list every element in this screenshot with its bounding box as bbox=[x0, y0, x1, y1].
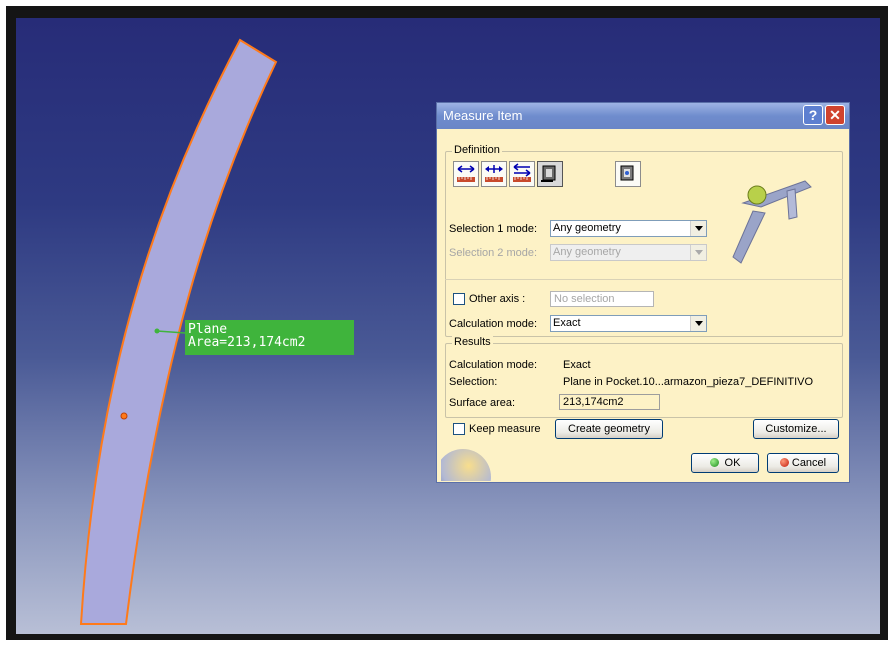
measure-fan-icon bbox=[513, 163, 531, 182]
results-group-label: Results bbox=[452, 336, 493, 348]
cancel-label: Cancel bbox=[791, 457, 827, 469]
selection1-mode-label: Selection 1 mode: bbox=[449, 223, 538, 235]
create-geometry-button[interactable]: Create geometry bbox=[555, 419, 663, 439]
results-selection-label: Selection: bbox=[449, 376, 498, 388]
selection1-mode-select[interactable]: Any geometry bbox=[550, 220, 707, 237]
measure-inertia-icon bbox=[620, 165, 634, 181]
measure-fan-button[interactable] bbox=[509, 161, 535, 187]
results-selection-value: Plane in Pocket.10...armazon_pieza7_DEFI… bbox=[563, 376, 814, 388]
selection2-mode-label: Selection 2 mode: bbox=[449, 247, 538, 259]
selection2-mode-value: Any geometry bbox=[553, 246, 621, 258]
ok-icon bbox=[709, 458, 719, 467]
chevron-down-icon bbox=[690, 245, 706, 260]
surface-area-value: 213,174cm2 bbox=[559, 394, 660, 410]
selection-point bbox=[154, 328, 160, 334]
calculation-mode-value: Exact bbox=[553, 317, 581, 329]
close-button[interactable]: ✕ bbox=[825, 105, 845, 125]
ok-button[interactable]: OK bbox=[691, 453, 759, 473]
caliper-icon bbox=[732, 180, 812, 264]
chevron-down-icon bbox=[690, 221, 706, 236]
measure-between-icon bbox=[457, 165, 475, 182]
calculation-mode-select[interactable]: Exact bbox=[550, 315, 707, 332]
customize-button[interactable]: Customize... bbox=[753, 419, 839, 439]
measure-between-button[interactable] bbox=[453, 161, 479, 187]
definition-group-label: Definition bbox=[452, 144, 502, 156]
cancel-icon bbox=[779, 458, 789, 467]
help-button[interactable]: ? bbox=[803, 105, 823, 125]
measure-item-button[interactable] bbox=[537, 161, 563, 187]
other-axis-field[interactable]: No selection bbox=[550, 291, 654, 307]
hole bbox=[120, 412, 128, 420]
dialog-title: Measure Item bbox=[443, 108, 523, 123]
measure-chain-button[interactable] bbox=[481, 161, 507, 187]
other-axis-label: Other axis : bbox=[469, 293, 526, 305]
measure-callout: Plane Area=213,174cm2 bbox=[185, 320, 354, 355]
measure-item-icon bbox=[541, 165, 556, 182]
callout-area: Area=213,174cm2 bbox=[188, 335, 306, 350]
ok-label: OK bbox=[724, 457, 741, 469]
calculation-mode-label: Calculation mode: bbox=[449, 318, 538, 330]
chevron-down-icon bbox=[690, 316, 706, 331]
other-axis-checkbox[interactable] bbox=[453, 293, 465, 305]
catia-globe-icon bbox=[441, 449, 491, 481]
surface-area-label: Surface area: bbox=[449, 397, 516, 409]
results-calc-mode-value: Exact bbox=[563, 359, 591, 371]
measure-chain-icon bbox=[485, 165, 503, 182]
dialog-titlebar[interactable]: Measure Item ? ✕ bbox=[437, 103, 849, 129]
measure-inertia-button[interactable] bbox=[615, 161, 641, 187]
cancel-button[interactable]: Cancel bbox=[767, 453, 839, 473]
screenshot-frame: Plane Area=213,174cm2 Measure Item ? ✕ D… bbox=[0, 0, 894, 646]
results-calc-mode-label: Calculation mode: bbox=[449, 359, 538, 371]
selection2-mode-select: Any geometry bbox=[550, 244, 707, 261]
keep-measure-checkbox[interactable] bbox=[453, 423, 465, 435]
measure-item-dialog: Measure Item ? ✕ Definition Selection 1 … bbox=[436, 102, 850, 483]
selection1-mode-value: Any geometry bbox=[553, 222, 621, 234]
keep-measure-label: Keep measure bbox=[469, 423, 541, 435]
separator bbox=[445, 279, 843, 280]
